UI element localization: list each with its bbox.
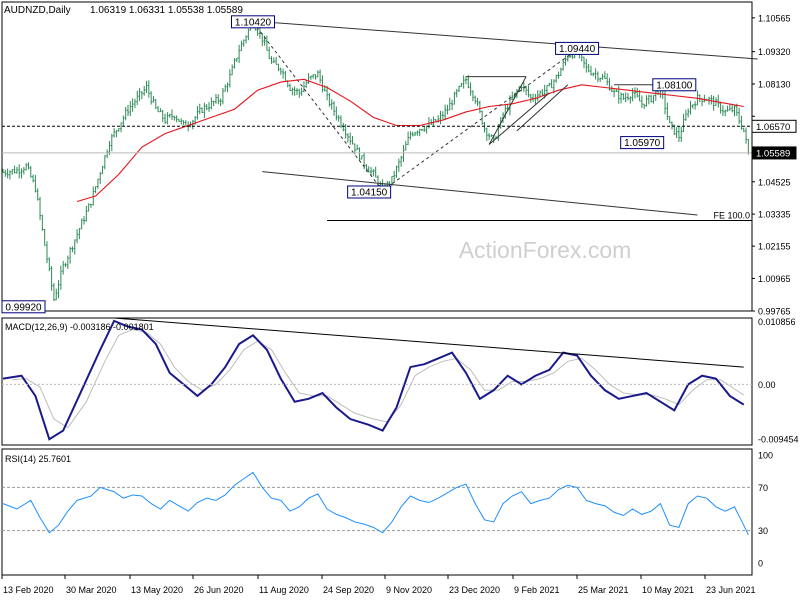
rsi-tick-label: 70	[758, 483, 768, 493]
level-tag-label: 1.06570	[756, 122, 790, 133]
pattern-diagonal-line	[488, 76, 527, 145]
rsi-panel	[2, 471, 752, 536]
channel-upper-line	[252, 20, 758, 60]
time-tick-label: 26 Jun 2020	[194, 585, 244, 595]
macd-title: MACD(12,26,9) -0.003186 -0.001801	[5, 322, 154, 332]
panel-frame-2	[1, 448, 753, 576]
channel-lower-line	[262, 171, 698, 216]
price-tick-label: 0.99765	[758, 307, 791, 317]
time-tick-label: 13 Feb 2020	[3, 585, 54, 595]
price-label: 1.04150	[351, 187, 388, 198]
macd-tick-label: 0.00	[758, 380, 776, 390]
price-panel: FE 100.0 1.10420 1.09440 1.08100 1.05970 1.04…	[1, 15, 758, 314]
price-tick-label: 1.10565	[758, 13, 791, 23]
price-tick-label: 1.08130	[758, 79, 791, 89]
dashed-wave-line	[382, 49, 578, 192]
price-label: 1.08100	[656, 80, 693, 91]
time-tick-label: 9 Feb 2021	[514, 585, 560, 595]
time-tick-label: 30 Mar 2020	[66, 585, 117, 595]
macd-trend-line	[114, 317, 744, 368]
price-label: 1.05970	[624, 138, 661, 149]
price-label: 1.10420	[235, 17, 272, 28]
price-label: 0.99920	[5, 302, 42, 313]
macd-panel	[2, 317, 752, 441]
rsi-tick-label: 30	[758, 526, 768, 536]
time-tick-label: 25 Mar 2021	[578, 585, 629, 595]
time-tick-label: 23 Jun 2021	[706, 585, 756, 595]
macd-tick-label: 0.010856	[758, 317, 796, 327]
chart-window: FE 100.0 1.10420 1.09440 1.08100 1.05970 1.04…	[0, 0, 800, 600]
time-tick-label: 23 Dec 2020	[449, 585, 500, 595]
level-tag-label: 1.05589	[756, 148, 790, 159]
price-tick-label: 1.09320	[758, 47, 791, 57]
macd-tick-label: -0.009454	[758, 434, 799, 444]
price-label: 1.09440	[559, 44, 596, 55]
rsi-line	[2, 471, 749, 536]
price-tick-label: 1.03335	[758, 210, 791, 220]
time-tick-label: 11 Aug 2020	[259, 585, 309, 595]
price-tick-label: 1.00965	[758, 274, 791, 284]
time-tick-label: 13 May 2020	[131, 585, 183, 595]
time-tick-label: 9 Nov 2020	[386, 585, 432, 595]
panel-frame-0	[1, 1, 753, 312]
panel-frames	[1, 1, 753, 576]
time-tick-label: 24 Sep 2020	[323, 585, 374, 595]
pattern-rise-line	[488, 92, 550, 145]
time-tick-label: 10 May 2021	[642, 585, 694, 595]
price-tick-label: 1.04525	[758, 177, 791, 187]
macd-signal-line	[12, 329, 745, 429]
watermark: ActionForex.com	[459, 237, 632, 263]
symbol-label: AUDNZD,Daily	[4, 5, 71, 16]
price-tick-label: 1.02155	[758, 242, 791, 252]
rsi-tick-label: 0	[758, 559, 763, 569]
panel-frame-1	[1, 317, 753, 446]
fe-label: FE 100.0	[713, 210, 750, 220]
rsi-tick-label: 100	[758, 451, 773, 461]
ohlc-readout: 1.06319 1.06331 1.05538 1.05589	[90, 5, 243, 16]
rsi-title: RSI(14) 25.7601	[5, 454, 71, 464]
dashed-wave-line	[252, 22, 384, 191]
chart-canvas: FE 100.0 1.10420 1.09440 1.08100 1.05970 1.04…	[1, 1, 799, 595]
